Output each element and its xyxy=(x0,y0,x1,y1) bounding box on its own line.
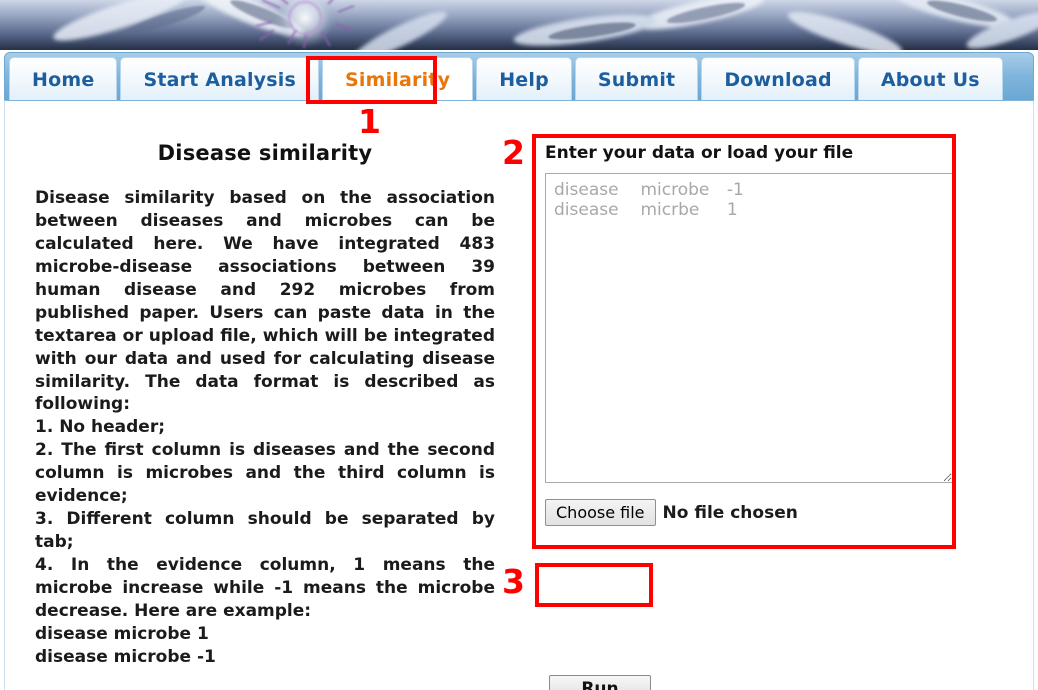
run-button[interactable]: Run xyxy=(549,675,651,690)
page-title: Disease similarity xyxy=(157,141,373,165)
data-entry-panel: Enter your data or load your file Choose… xyxy=(541,139,957,690)
nav-tab-home[interactable]: Home xyxy=(9,57,118,100)
nav-tab-help[interactable]: Help xyxy=(476,57,572,100)
example-line-1: disease microbe 1 xyxy=(35,623,209,644)
annotation-marker-2: 2 xyxy=(502,133,525,172)
nav-tab-about-us[interactable]: About Us xyxy=(857,57,1003,100)
page-root: Home Start Analysis Similarity Help Subm… xyxy=(0,0,1038,690)
format-rule-1: 1. No header; xyxy=(35,417,166,438)
nav-tab-similarity[interactable]: Similarity xyxy=(322,57,474,100)
intro-paragraph: Disease similarity based on the associat… xyxy=(35,188,495,415)
main-navigation: Home Start Analysis Similarity Help Subm… xyxy=(4,52,1034,100)
data-input-textarea[interactable] xyxy=(545,173,953,483)
file-upload-row: Choose file No file chosen xyxy=(545,499,957,526)
file-status-text: No file chosen xyxy=(662,502,798,523)
description-column: Disease similarity Disease similarity ba… xyxy=(35,113,495,669)
panel-label: Enter your data or load your file xyxy=(545,143,854,163)
nav-tab-submit[interactable]: Submit xyxy=(574,57,699,100)
content-area: Disease similarity Disease similarity ba… xyxy=(4,100,1034,690)
annotation-marker-1: 1 xyxy=(358,102,381,141)
format-rule-3: 3. Different column should be separated … xyxy=(35,509,495,553)
example-line-2: disease microbe -1 xyxy=(35,646,216,667)
format-rule-4: 4. In the evidence column, 1 means the m… xyxy=(35,555,495,621)
choose-file-button[interactable]: Choose file xyxy=(545,499,656,526)
site-banner xyxy=(0,0,1038,50)
nav-tab-download[interactable]: Download xyxy=(701,57,855,100)
nav-tab-start-analysis[interactable]: Start Analysis xyxy=(120,57,319,100)
annotation-marker-3: 3 xyxy=(502,562,525,601)
format-rule-2: 2. The first column is diseases and the … xyxy=(35,440,495,507)
bacteria-banner-image xyxy=(0,0,1038,50)
